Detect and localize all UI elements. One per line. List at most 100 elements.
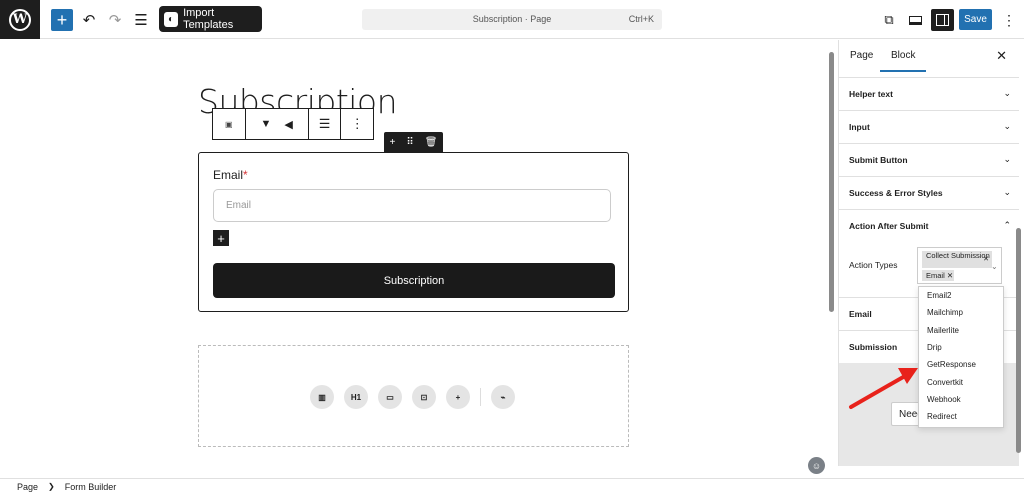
block-actions-group: ▼ ◀ xyxy=(246,109,309,139)
option-webhook[interactable]: Webhook xyxy=(919,391,1003,408)
form-template-icon[interactable]: ⊡ xyxy=(412,385,436,409)
remove-tag-icon[interactable]: ✕ xyxy=(947,271,953,280)
panel-label: Email xyxy=(849,309,872,319)
panel-helper-text[interactable]: Helper text ⌄ xyxy=(839,77,1019,110)
email-input[interactable]: Email xyxy=(213,189,611,222)
add-block-button[interactable]: + xyxy=(51,9,73,31)
chevron-down-icon: ⌄ xyxy=(1003,187,1011,197)
chevron-down-icon: ⌄ xyxy=(1003,121,1011,131)
wordpress-logo-button[interactable]: W xyxy=(0,0,40,39)
option-mailchimp[interactable]: Mailchimp xyxy=(919,304,1003,321)
breadcrumb: Page ❯ Form Builder xyxy=(0,478,1024,494)
tag-label: Collect Submission xyxy=(926,251,990,260)
settings-sidebar-toggle[interactable] xyxy=(931,9,954,31)
breadcrumb-form-builder[interactable]: Form Builder xyxy=(65,482,117,492)
option-getresponse[interactable]: GetResponse xyxy=(919,356,1003,373)
tab-block[interactable]: Block xyxy=(891,50,915,61)
panel-label: Submission xyxy=(849,342,898,352)
panel-input[interactable]: Input ⌄ xyxy=(839,110,1019,143)
drag-handle-icon[interactable]: ⠿ xyxy=(406,137,413,148)
block-type-button[interactable]: ▣ xyxy=(213,109,246,139)
option-redirect[interactable]: Redirect xyxy=(919,408,1003,425)
canvas-scrollbar[interactable] xyxy=(829,52,834,312)
ai-pattern-icon[interactable]: ⌁ xyxy=(491,385,515,409)
plus-icon[interactable]: + xyxy=(390,137,396,148)
sidebar-tabs: Page Block ✕ xyxy=(839,40,1024,72)
editor-topbar: W + ↶ ↷ ☰ ◐ Import Templates Subscriptio… xyxy=(0,0,1024,39)
divider xyxy=(480,388,481,406)
editor-canvas[interactable]: Subscription ▣ ▼ ◀ ☰ ⋮ + ⠿ 🗑 Email* Emai… xyxy=(0,40,826,478)
import-templates-icon: ◐ xyxy=(164,11,179,27)
subscription-form-block[interactable]: Email* Email + Subscription xyxy=(198,152,629,312)
button-block-icon[interactable]: ▭ xyxy=(378,385,402,409)
options-menu-button[interactable]: ⋮ xyxy=(998,9,1020,31)
sidebar-icon xyxy=(936,14,949,26)
panel-label: Submit Button xyxy=(849,155,908,165)
panel-label: Success & Error Styles xyxy=(849,188,943,198)
trash-icon[interactable]: 🗑 xyxy=(425,137,438,148)
columns-icon[interactable]: ▥ xyxy=(310,385,334,409)
block-toolbar: ▣ ▼ ◀ ☰ ⋮ xyxy=(212,108,374,140)
comment-icon[interactable]: ▼ xyxy=(261,118,272,130)
redo-button[interactable]: ↷ xyxy=(104,9,126,31)
command-palette-bar[interactable]: Subscription · Page Ctrl+K xyxy=(362,9,662,30)
close-sidebar-button[interactable]: ✕ xyxy=(996,48,1007,64)
chevron-right-icon: ❯ xyxy=(48,482,55,491)
list-view-icon: ☰ xyxy=(134,12,148,29)
email-placeholder: Email xyxy=(226,200,252,211)
block-inserter-icons: ▥ H1 ▭ ⊡ + ⌁ xyxy=(310,385,525,409)
document-overview-button[interactable]: ☰ xyxy=(130,9,152,31)
panel-label: Input xyxy=(849,122,870,132)
option-drip[interactable]: Drip xyxy=(919,339,1003,356)
panel-label: Action After Submit xyxy=(849,221,929,231)
option-convertkit[interactable]: Convertkit xyxy=(919,373,1003,390)
remove-tag-icon[interactable]: ✕ xyxy=(983,256,989,263)
inner-block-toolbar: + ⠿ 🗑 xyxy=(384,132,443,152)
wordpress-icon: W xyxy=(9,8,31,31)
plus-icon: + xyxy=(217,230,225,246)
tab-page[interactable]: Page xyxy=(850,50,873,61)
panel-submit-button[interactable]: Submit Button ⌄ xyxy=(839,143,1019,176)
chatbot-icon[interactable]: ☺ xyxy=(808,457,825,474)
document-title: Subscription · Page xyxy=(472,14,552,24)
external-link-icon: ⧉ xyxy=(884,12,894,27)
block-placeholder[interactable]: ▥ H1 ▭ ⊡ + ⌁ xyxy=(198,345,629,447)
required-mark: * xyxy=(243,168,248,182)
undo-button[interactable]: ↶ xyxy=(78,9,100,31)
action-types-select[interactable]: Collect Submission ✕ Email ✕ xyxy=(917,247,1002,284)
subscription-submit-button[interactable]: Subscription xyxy=(213,263,615,298)
preview-button[interactable] xyxy=(904,9,926,31)
option-email2[interactable]: Email2 xyxy=(919,287,1003,304)
plus-icon: + xyxy=(56,9,68,30)
desktop-icon xyxy=(908,15,922,25)
send-icon[interactable]: ◀ xyxy=(284,118,292,131)
panel-success-error-styles[interactable]: Success & Error Styles ⌄ xyxy=(839,176,1019,209)
chevron-down-icon[interactable]: ⌄ xyxy=(991,262,998,271)
selected-tag-collect-submission: Collect Submission ✕ xyxy=(922,251,992,268)
view-page-button[interactable]: ⧉ xyxy=(878,9,900,31)
block-options-button[interactable]: ⋮ xyxy=(341,109,373,139)
chevron-down-icon: ⌄ xyxy=(1003,88,1011,98)
action-types-label: Action Types xyxy=(849,260,898,270)
import-templates-label: Import Templates xyxy=(183,7,234,31)
heading-icon-label: H1 xyxy=(350,392,362,402)
more-vertical-icon: ⋮ xyxy=(1002,11,1016,28)
panel-action-after-submit[interactable]: Action After Submit ⌃ xyxy=(839,209,1019,242)
breadcrumb-page[interactable]: Page xyxy=(17,482,38,492)
more-vertical-icon: ⋮ xyxy=(350,116,364,131)
selected-tag-email: Email ✕ xyxy=(922,270,954,281)
save-button[interactable]: Save xyxy=(959,9,992,30)
option-mailerlite[interactable]: Mailerlite xyxy=(919,322,1003,339)
command-shortcut: Ctrl+K xyxy=(628,14,654,24)
import-templates-button[interactable]: ◐ Import Templates xyxy=(159,6,262,32)
close-icon: ✕ xyxy=(996,48,1007,63)
heading-icon[interactable]: H1 xyxy=(344,385,368,409)
action-types-dropdown: Email2 Mailchimp Mailerlite Drip GetResp… xyxy=(918,286,1004,428)
redo-icon: ↷ xyxy=(108,12,122,29)
sidebar-scrollbar[interactable] xyxy=(1016,228,1021,453)
align-button[interactable]: ☰ xyxy=(309,109,342,139)
plus-icon[interactable]: + xyxy=(446,385,470,409)
email-label-text: Email xyxy=(213,168,244,182)
add-inner-block-button[interactable]: + xyxy=(213,230,229,246)
email-field-label: Email* xyxy=(213,168,248,182)
